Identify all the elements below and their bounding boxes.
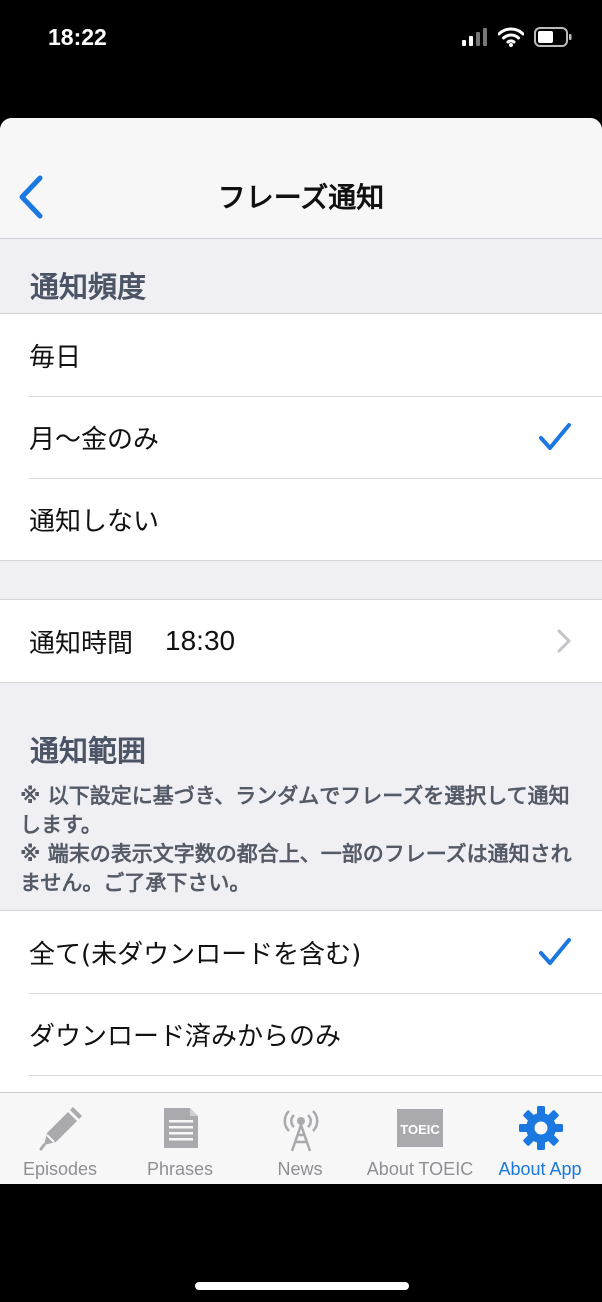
status-bar: 18:22 xyxy=(0,0,602,80)
frequency-option-weekdays[interactable]: 月〜金のみ xyxy=(0,396,602,478)
tab-phrases[interactable]: Phrases xyxy=(120,1093,240,1184)
wifi-icon xyxy=(498,27,524,47)
tab-label: Episodes xyxy=(22,1159,98,1179)
option-label: 月〜金のみ xyxy=(29,424,160,455)
range-options: 全て(未ダウンロードを含む) ダウンロード済みからのみ xyxy=(0,910,602,1105)
frequency-option-daily[interactable]: 毎日 xyxy=(0,314,602,396)
settings-sheet: フレーズ通知 通知頻度 毎日 月〜金のみ 通知しない 通知時間 18:30 通知… xyxy=(0,118,602,1184)
range-section-header: 通知範囲 xyxy=(30,734,147,768)
home-indicator xyxy=(195,1282,409,1290)
pencil-icon xyxy=(39,1107,82,1151)
option-label: 毎日 xyxy=(29,342,82,373)
range-option-all[interactable]: 全て(未ダウンロードを含む) xyxy=(0,911,602,993)
tab-bar: Episodes Phrases News TOEIC About TOEIC … xyxy=(0,1092,602,1184)
toeic-logo-text: TOEIC xyxy=(400,1122,440,1137)
frequency-options: 毎日 月〜金のみ 通知しない xyxy=(0,313,602,561)
tab-about-toeic[interactable]: TOEIC About TOEIC xyxy=(360,1093,480,1184)
range-note-2: ※ 端末の表示文字数の都合上、一部のフレーズは通知されません。ご了承下さい。 xyxy=(20,842,572,895)
time-group: 通知時間 18:30 xyxy=(0,599,602,683)
option-label: ダウンロード済みからのみ xyxy=(29,1021,342,1052)
chevron-right-icon xyxy=(557,629,571,653)
notification-time-row[interactable]: 通知時間 18:30 xyxy=(0,600,602,682)
cellular-signal-icon xyxy=(462,28,487,46)
status-time: 18:22 xyxy=(48,24,107,50)
document-icon xyxy=(164,1108,198,1148)
tab-about-app[interactable]: About App xyxy=(480,1093,600,1184)
navigation-bar: フレーズ通知 xyxy=(0,118,602,239)
range-option-downloaded[interactable]: ダウンロード済みからのみ xyxy=(0,993,602,1075)
option-label: 全て(未ダウンロードを含む) xyxy=(29,939,362,970)
tab-label: Phrases xyxy=(146,1159,214,1179)
gear-icon xyxy=(519,1106,563,1150)
range-notes: ※ 以下設定に基づき、ランダムでフレーズを選択して通知します。 ※ 端末の表示文… xyxy=(20,782,590,898)
tab-label: News xyxy=(277,1159,323,1179)
notification-time-value: 18:30 xyxy=(165,625,236,656)
tab-label: About App xyxy=(498,1159,582,1179)
tab-episodes[interactable]: Episodes xyxy=(0,1093,120,1184)
frequency-section-header: 通知頻度 xyxy=(30,270,147,304)
broadcast-antenna-icon xyxy=(283,1110,319,1152)
range-note-1: ※ 以下設定に基づき、ランダムでフレーズを選択して通知します。 xyxy=(20,784,570,837)
status-icons xyxy=(462,27,572,47)
notification-time-label: 通知時間 xyxy=(29,628,134,659)
page-title: フレーズ通知 xyxy=(217,181,385,214)
checkmark-icon xyxy=(539,938,571,965)
frequency-option-none[interactable]: 通知しない xyxy=(0,478,602,560)
battery-icon xyxy=(534,27,572,47)
checkmark-icon xyxy=(539,423,571,450)
tab-label: About TOEIC xyxy=(366,1159,474,1179)
tab-news[interactable]: News xyxy=(240,1093,360,1184)
toeic-logo-icon: TOEIC xyxy=(397,1109,443,1147)
option-label: 通知しない xyxy=(29,506,160,537)
